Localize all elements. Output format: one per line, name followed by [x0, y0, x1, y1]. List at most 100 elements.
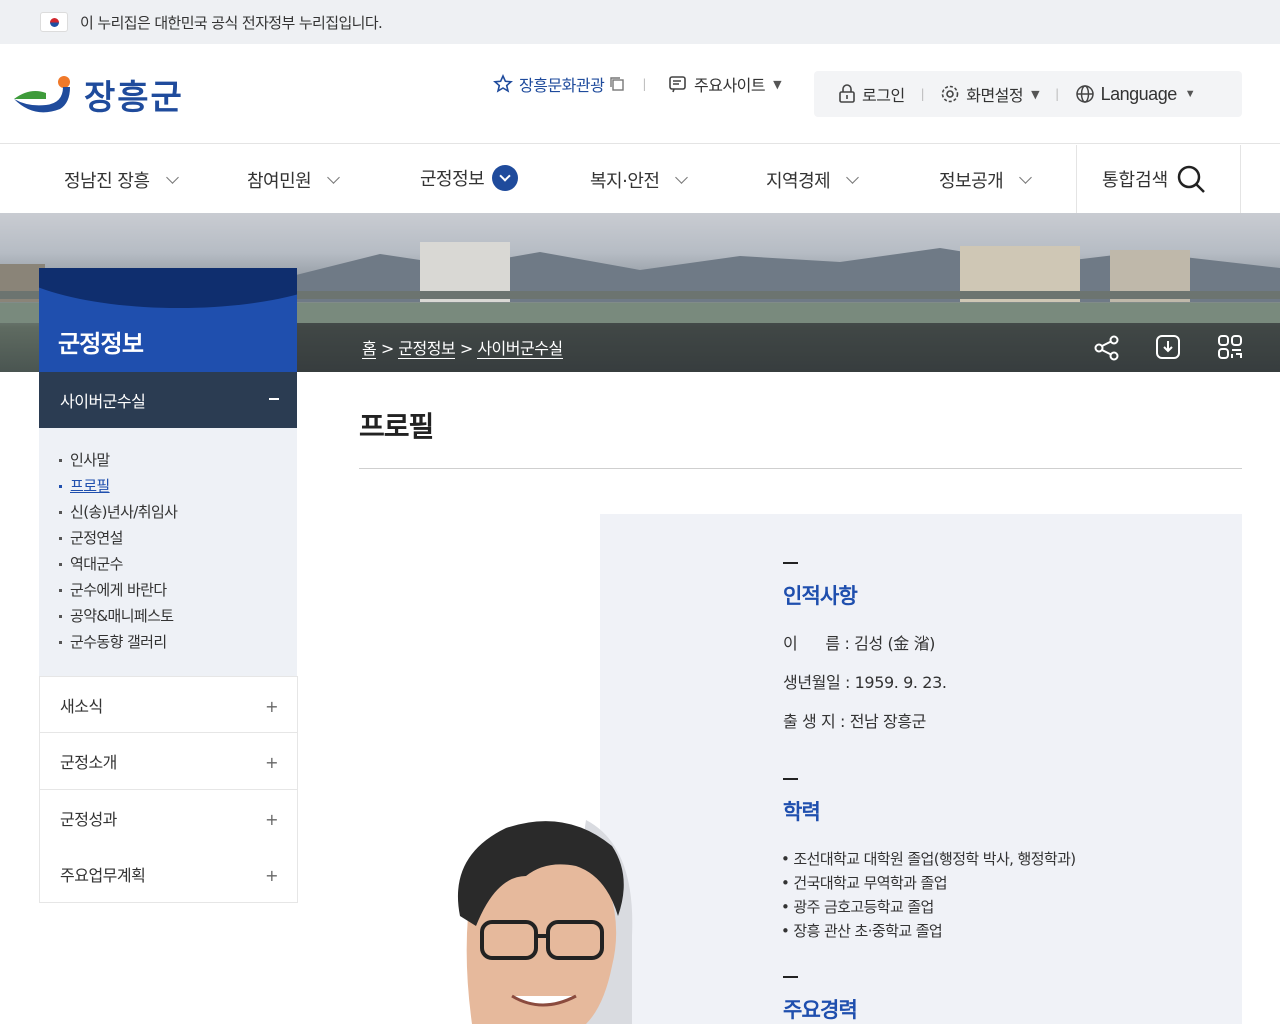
breadcrumb-separator: >: [459, 339, 473, 358]
login-button[interactable]: 로그인: [838, 82, 905, 106]
separator: |: [1055, 87, 1059, 101]
breadcrumb-level1[interactable]: 군정정보: [398, 339, 456, 359]
lnb-item-achievements[interactable]: 군정성과 +: [39, 790, 298, 847]
integrated-search-button[interactable]: 통합검색: [1076, 145, 1241, 213]
section-heading-personal: 인적사항: [783, 562, 858, 610]
lnb-title: 군정정보: [58, 330, 144, 358]
breadcrumb-level2[interactable]: 사이버군수실: [477, 339, 563, 359]
lnb-item-intro[interactable]: 군정소개 +: [39, 733, 298, 790]
chevron-down-icon: [846, 170, 860, 184]
culture-tourism-label: 장흥문화관광: [519, 76, 605, 95]
search-icon: [1178, 165, 1206, 193]
gnb-label: 참여민원: [247, 171, 312, 192]
lnb-item-label: 새소식: [60, 696, 103, 716]
display-settings-dropdown[interactable]: 화면설정 ▼: [940, 82, 1040, 106]
gnb-item-civil[interactable]: 참여민원: [247, 167, 341, 193]
separator: |: [920, 87, 925, 101]
divider: [359, 468, 1242, 469]
separator: |: [642, 77, 646, 91]
major-sites-dropdown[interactable]: 주요사이트 ▼: [668, 72, 782, 96]
lnb-item-news[interactable]: 새소식 +: [39, 676, 298, 733]
gnb-item-economy[interactable]: 지역경제: [766, 167, 860, 193]
lnb-link-profile[interactable]: 프로필: [39, 476, 297, 502]
lnb-link-former-governors[interactable]: 역대군수: [39, 554, 297, 580]
gear-icon: [941, 85, 959, 103]
main-navigation: 정남진 장흥 참여민원 군정정보 복지·안전 지역경제 정보공개 통합검색: [0, 145, 1280, 213]
education-item: • 장흥 관산 초·중학교 졸업: [781, 922, 943, 940]
list-icon: [669, 76, 686, 93]
chevron-down-icon: [675, 170, 689, 184]
download-icon[interactable]: [1155, 334, 1181, 360]
breadcrumb: 홈 > 군정정보 > 사이버군수실: [362, 335, 563, 359]
lnb-item-label: 군정소개: [60, 753, 117, 772]
info-birth: 생년월일 : 1959. 9. 23.: [783, 673, 947, 692]
lnb-link-greeting[interactable]: 인사말: [39, 450, 297, 476]
lnb-submenu: 인사말 프로필 신(송)년사/취임사 군정연설 역대군수 군수에게 바란다 공약…: [39, 428, 297, 676]
lnb-item-label: 주요업무계획: [60, 866, 146, 885]
breadcrumb-separator: >: [380, 339, 394, 358]
caret-down-icon: ▼: [1184, 88, 1196, 100]
governor-portrait-image: [457, 820, 633, 1024]
lnb-link-new-year-speech[interactable]: 신(송)년사/취임사: [39, 502, 297, 528]
breadcrumb-home[interactable]: 홈: [362, 339, 377, 359]
gnb-item-county-info[interactable]: 군정정보: [420, 165, 519, 191]
logo[interactable]: 장흥군: [12, 70, 184, 119]
gnb-label: 정남진 장흥: [64, 171, 150, 192]
chevron-down-icon: [492, 165, 519, 191]
lnb-section-label: 사이버군수실: [60, 392, 146, 411]
logo-mark-icon: [14, 75, 70, 112]
lnb-title-box: 군정정보: [39, 268, 297, 372]
chevron-down-icon: [327, 170, 341, 184]
lnb-item-work-plan[interactable]: 주요업무계획 +: [39, 846, 298, 903]
lnb-link-speech[interactable]: 군정연설: [39, 528, 297, 554]
plus-icon: +: [265, 753, 278, 772]
share-icon[interactable]: [1094, 335, 1120, 361]
caret-down-icon: ▼: [773, 77, 782, 91]
gnb-label: 복지·안전: [590, 171, 660, 192]
collapse-icon: [269, 398, 279, 400]
globe-icon: [1075, 85, 1094, 103]
header: 장흥군 장흥문화관광 | 주요사이트 ▼ 로그인 | 화면설정 ▼ | Lang…: [0, 44, 1280, 144]
caret-down-icon: ▼: [1031, 87, 1040, 101]
plus-icon: +: [265, 810, 278, 829]
gnb-item-jeongnamjin[interactable]: 정남진 장흥: [64, 167, 179, 193]
language-label: Language: [1100, 83, 1178, 104]
gnb-item-disclosure[interactable]: 정보공개: [939, 167, 1033, 193]
gov-banner: 이 누리집은 대한민국 공식 전자정부 누리집입니다.: [0, 0, 1280, 44]
lnb-link-gallery[interactable]: 군수동향 갤러리: [39, 632, 297, 658]
korean-flag-icon: [40, 12, 68, 32]
major-sites-label: 주요사이트: [694, 76, 766, 95]
education-item: • 건국대학교 무역학과 졸업: [781, 874, 948, 892]
gnb-label: 정보공개: [939, 171, 1004, 192]
chevron-down-icon: [1019, 170, 1033, 184]
logo-text: 장흥군: [84, 78, 184, 118]
gnb-item-welfare[interactable]: 복지·안전: [590, 167, 689, 193]
gov-banner-text[interactable]: 이 누리집은 대한민국 공식 전자정부 누리집입니다.: [80, 12, 383, 33]
chevron-down-icon: [165, 170, 179, 184]
lnb-item-label: 군정성과: [60, 810, 117, 829]
lnb-link-manifesto[interactable]: 공약&매니페스토: [39, 606, 297, 632]
utility-box: 로그인 | 화면설정 ▼ | Language ▼: [814, 71, 1242, 117]
gnb-label: 지역경제: [766, 171, 831, 192]
language-dropdown[interactable]: Language ▼: [1075, 83, 1196, 105]
lnb-link-petition[interactable]: 군수에게 바란다: [39, 580, 297, 606]
star-icon: [493, 74, 513, 93]
display-settings-label: 화면설정: [966, 86, 1024, 105]
section-heading-career: 주요경력: [783, 976, 858, 1024]
section-heading-education: 학력: [783, 778, 821, 826]
page-title: 프로필: [359, 410, 434, 443]
plus-icon: +: [265, 866, 278, 885]
lock-icon: [839, 84, 855, 103]
info-birthplace: 출 생 지 : 전남 장흥군: [783, 712, 926, 731]
gnb-label: 군정정보: [420, 169, 485, 190]
new-window-icon: [610, 77, 625, 91]
education-item: • 조선대학교 대학원 졸업(행정학 박사, 행정학과): [781, 850, 1076, 868]
culture-tourism-link[interactable]: 장흥문화관광 |: [493, 72, 664, 96]
search-label: 통합검색: [1102, 170, 1169, 191]
plus-icon: +: [265, 697, 278, 716]
qr-code-icon[interactable]: [1217, 334, 1243, 360]
lnb-section-cyber-office[interactable]: 사이버군수실: [39, 372, 297, 428]
info-name: 이 름 : 김성 (金 渻): [783, 634, 936, 653]
education-item: • 광주 금호고등학교 졸업: [781, 898, 934, 916]
login-label: 로그인: [862, 86, 905, 105]
